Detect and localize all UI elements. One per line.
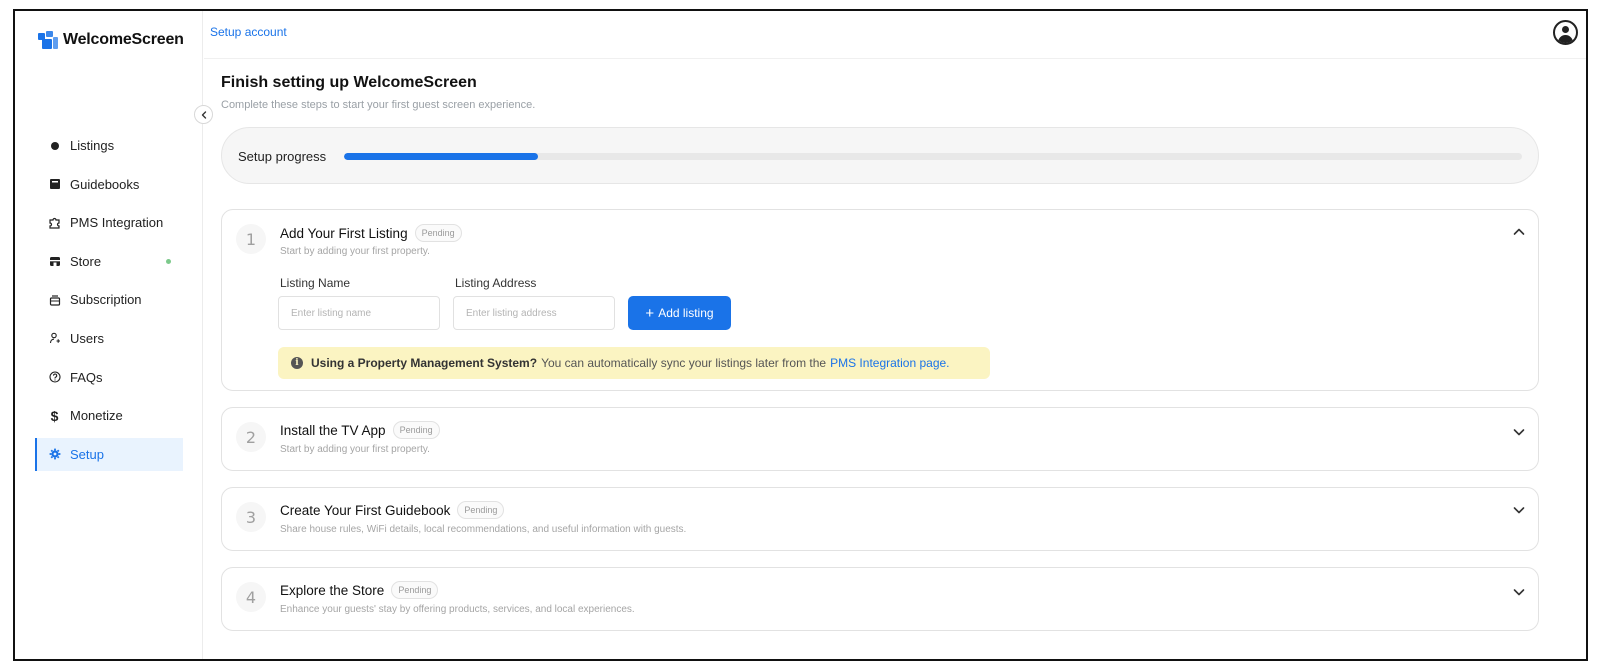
progress-bar [344,153,1522,160]
step-description: Share house rules, WiFi details, local r… [280,524,687,535]
chevron-up-icon[interactable] [1512,225,1526,239]
progress-label: Setup progress [238,149,327,164]
main-content: Finish setting up WelcomeScreen Complete… [221,59,1586,659]
sidebar-item-label: Users [70,330,104,346]
chevron-down-icon[interactable] [1512,503,1526,517]
status-indicator-dot [166,258,171,264]
step-number: 3 [236,502,266,532]
sidebar-item-label: PMS Integration [70,215,164,231]
sidebar-item-setup[interactable]: Setup [35,437,183,471]
help-icon [48,371,61,384]
sidebar-item-users[interactable]: Users [35,322,183,355]
info-icon: i [291,357,303,369]
listing-name-input[interactable] [278,296,440,330]
add-listing-label: Add listing [658,306,714,320]
status-badge: Pending [457,501,505,519]
brand-name: WelcomeScreen [63,31,184,48]
status-badge: Pending [391,581,439,599]
step-description: Start by adding your first property. [280,444,430,455]
listing-name-label: Listing Name [280,276,351,290]
step-description: Enhance your guests' stay by offering pr… [280,604,635,615]
progress-bar-fill [344,153,539,160]
step-card-add-listing[interactable]: 1 Add Your First Listing Pending Start b… [221,209,1539,391]
sidebar-item-label: Monetize [70,408,123,424]
step-description: Start by adding your first property. [280,246,430,257]
store-icon [48,255,61,268]
sidebar-item-label: Subscription [70,292,142,308]
notice-text: You can automatically sync your listings… [541,356,827,370]
sidebar-item-label: Listings [70,138,115,153]
chevron-left-icon [201,110,206,119]
dot-icon [48,139,61,152]
user-avatar-icon[interactable] [1553,20,1578,45]
setup-progress-card: Setup progress [221,127,1539,184]
sidebar-item-faqs[interactable]: FAQs [35,361,183,394]
sidebar-item-label: FAQs [70,369,103,385]
add-listing-button[interactable]: + Add listing [628,296,731,330]
gear-icon [48,448,61,461]
pms-integration-link[interactable]: PMS Integration page. [830,356,949,370]
pms-notice: i Using a Property Management System? Yo… [278,347,990,379]
brand-logo[interactable]: WelcomeScreen [38,31,184,49]
sidebar-item-subscription[interactable]: Subscription [35,283,183,316]
plus-icon: + [645,304,655,322]
dollar-icon: $ [50,407,59,424]
step-number: 4 [236,582,266,612]
sidebar-item-monetize[interactable]: $ Monetize [35,399,183,432]
sidebar-item-store[interactable]: Store [35,245,183,278]
sidebar-nav: Listings Guidebooks PMS Integration Stor… [35,129,183,476]
chevron-down-icon[interactable] [1512,585,1526,599]
subscription-icon [48,293,61,306]
step-card-explore-store[interactable]: 4 Explore the Store Pending Enhance your… [221,567,1539,631]
status-badge: Pending [392,421,440,439]
chevron-down-icon[interactable] [1512,425,1526,439]
app-window: WelcomeScreen Listings Guidebooks PMS In… [13,9,1588,661]
collapse-sidebar-button[interactable] [194,105,213,124]
users-icon [48,332,61,345]
status-badge: Pending [414,224,462,242]
sidebar-item-pms-integration[interactable]: PMS Integration [35,206,183,239]
step-title: Install the TV App [280,422,386,438]
step-title: Explore the Store [280,582,385,598]
sidebar-item-label: Guidebooks [70,176,140,192]
step-number: 1 [236,224,266,254]
step-card-create-guidebook[interactable]: 3 Create Your First Guidebook Pending Sh… [221,487,1539,551]
sidebar: WelcomeScreen Listings Guidebooks PMS In… [15,11,203,659]
book-icon [48,178,61,191]
step-title: Add Your First Listing [280,225,408,241]
sidebar-item-listings[interactable]: Listings [35,129,183,162]
puzzle-icon [48,216,61,229]
sidebar-item-label: Store [70,253,102,269]
listing-address-label: Listing Address [455,276,537,290]
step-card-install-tv-app[interactable]: 2 Install the TV App Pending Start by ad… [221,407,1539,471]
page-subtitle: Complete these steps to start your first… [221,99,536,111]
notice-title: Using a Property Management System? [311,356,538,370]
listing-address-input[interactable] [453,296,615,330]
breadcrumb[interactable]: Setup account [210,25,287,39]
logo-icon [38,31,58,49]
top-bar: Setup account [204,11,1586,59]
sidebar-item-label: Setup [70,446,104,462]
sidebar-item-guidebooks[interactable]: Guidebooks [35,168,183,201]
step-title: Create Your First Guidebook [280,502,451,518]
step-number: 2 [236,422,266,452]
page-title: Finish setting up WelcomeScreen [221,74,477,91]
